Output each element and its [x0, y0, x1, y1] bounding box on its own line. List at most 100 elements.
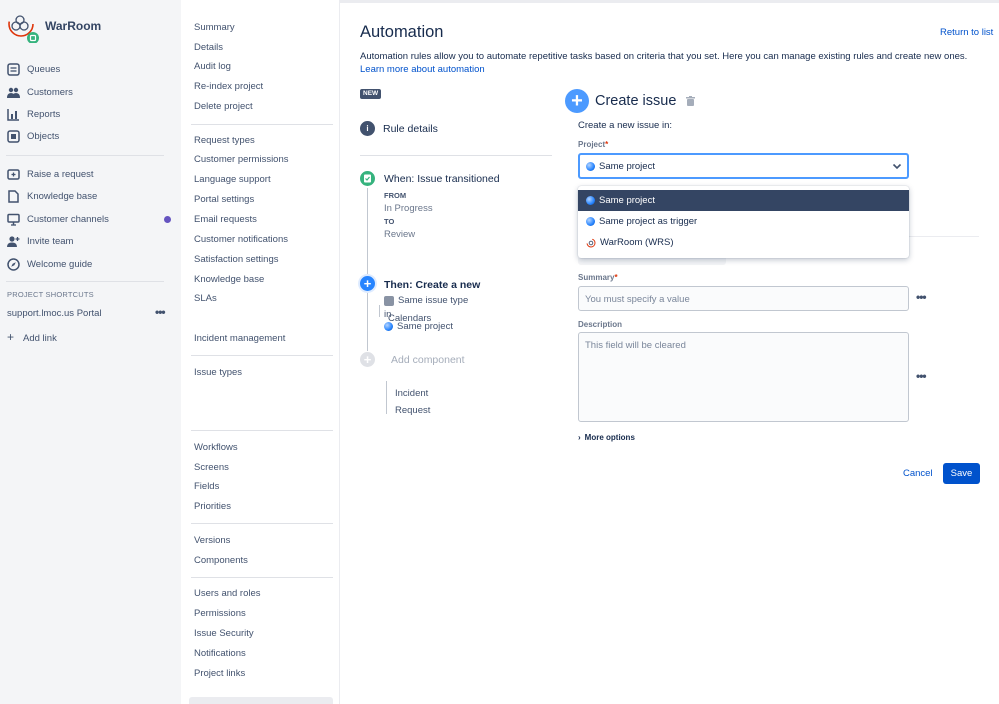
settings-issue-type-request[interactable]: Request	[395, 405, 430, 416]
objects-icon	[7, 129, 20, 143]
settings-notifications[interactable]: Notifications	[194, 648, 246, 659]
learn-more-link[interactable]: Learn more about automation	[360, 64, 485, 75]
settings-slas[interactable]: SLAs	[194, 293, 217, 304]
nav-item-welcome-guide[interactable]: Welcome guide	[0, 253, 181, 275]
add-component-button[interactable]: Add component	[391, 354, 465, 366]
settings-users-and-roles[interactable]: Users and roles	[194, 588, 261, 599]
tree-line	[379, 305, 380, 317]
settings-request-types[interactable]: Request types	[194, 135, 255, 146]
new-badge: NEW	[360, 89, 382, 99]
flow-connector	[367, 188, 368, 274]
settings-language-support[interactable]: Language support	[194, 174, 271, 185]
settings-components[interactable]: Components	[194, 555, 248, 566]
to-value: Review	[384, 229, 416, 240]
dropdown-option-same-project-as-trigger[interactable]: Same project as trigger	[578, 211, 909, 232]
nav-item-customer-channels[interactable]: Customer channels	[0, 208, 181, 230]
summary-label-text: Summary	[578, 273, 615, 282]
plus-icon: +	[7, 330, 15, 344]
add-link-button[interactable]: + Add link	[7, 330, 57, 344]
create-issue-plus-icon: +	[565, 89, 589, 113]
nav-item-customers[interactable]: Customers	[0, 81, 181, 103]
settings-delete-project[interactable]: Delete project	[194, 101, 253, 112]
settings-fields[interactable]: Fields	[194, 481, 219, 492]
description-textarea[interactable]: This field will be cleared	[578, 332, 909, 422]
from-value: In Progress	[384, 203, 433, 214]
nav-item-reports[interactable]: Reports	[0, 103, 181, 125]
new-indicator-dot	[164, 216, 171, 223]
settings-details[interactable]: Details	[194, 42, 223, 53]
warroom-project-icon	[586, 238, 596, 247]
nav-item-objects[interactable]: Objects	[0, 125, 181, 147]
project-globe-icon	[384, 322, 393, 331]
action-title[interactable]: Then: Create a new	[384, 279, 480, 291]
settings-customer-permissions[interactable]: Customer permissions	[194, 154, 289, 165]
summary-more-icon[interactable]: •••	[916, 290, 927, 304]
reports-icon	[7, 108, 20, 121]
dropdown-option-same-project[interactable]: Same project	[578, 190, 909, 211]
settings-satisfaction-settings[interactable]: Satisfaction settings	[194, 254, 279, 265]
settings-issue-types[interactable]: Issue types	[194, 367, 242, 378]
nav-divider	[6, 281, 164, 282]
cancel-button[interactable]: Cancel	[903, 468, 933, 479]
settings-reindex-project[interactable]: Re-index project	[194, 81, 263, 92]
trigger-title[interactable]: When: Issue transitioned	[384, 173, 500, 185]
nav-label: Invite team	[27, 235, 74, 247]
settings-summary[interactable]: Summary	[194, 22, 235, 33]
settings-divider	[191, 124, 333, 125]
summary-input[interactable]: You must specify a value	[578, 286, 909, 311]
settings-knowledge-base[interactable]: Knowledge base	[194, 274, 264, 285]
settings-email-requests[interactable]: Email requests	[194, 214, 257, 225]
settings-issue-type-incident[interactable]: Incident	[395, 388, 428, 399]
settings-versions[interactable]: Versions	[194, 535, 230, 546]
more-options-toggle[interactable]: › More options	[578, 432, 639, 443]
trigger-icon	[360, 171, 375, 186]
queue-icon	[7, 62, 20, 76]
add-component-icon[interactable]: +	[360, 352, 375, 367]
settings-divider	[191, 355, 333, 356]
settings-scroll-item[interactable]	[189, 697, 333, 704]
warroom-logo-icon[interactable]	[6, 9, 40, 43]
settings-portal-settings[interactable]: Portal settings	[194, 194, 254, 205]
settings-audit-log[interactable]: Audit log	[194, 61, 231, 72]
monitor-icon	[7, 213, 20, 226]
project-dropdown-menu: Same project Same project as trigger War…	[578, 186, 909, 258]
settings-divider	[191, 577, 333, 578]
more-actions-icon[interactable]: •••	[155, 305, 166, 319]
settings-permissions[interactable]: Permissions	[194, 608, 246, 619]
settings-workflows[interactable]: Workflows	[194, 442, 238, 453]
settings-divider	[191, 430, 333, 431]
create-issue-title: Create issue	[595, 93, 677, 109]
knowledge-base-icon	[7, 189, 20, 203]
app-name[interactable]: WarRoom	[45, 19, 101, 33]
project-select[interactable]: Same project	[578, 153, 909, 179]
page-title: Automation	[360, 23, 444, 41]
chevron-down-icon[interactable]	[892, 161, 902, 171]
nav-item-invite-team[interactable]: Invite team	[0, 230, 181, 252]
more-options-label: More options	[584, 433, 635, 442]
issue-type-icon	[384, 295, 394, 306]
settings-divider	[191, 523, 333, 524]
settings-customer-notifications[interactable]: Customer notifications	[194, 234, 288, 245]
action-issue-type: Same issue type	[384, 295, 468, 306]
settings-priorities[interactable]: Priorities	[194, 501, 231, 512]
settings-project-links[interactable]: Project links	[194, 668, 245, 679]
settings-issue-security[interactable]: Issue Security	[194, 628, 254, 639]
rule-details-link[interactable]: Rule details	[383, 123, 438, 135]
settings-incident-management[interactable]: Incident management	[194, 333, 285, 344]
nav-item-knowledge-base[interactable]: Knowledge base	[0, 185, 181, 207]
description-text: Automation rules allow you to automate r…	[360, 51, 968, 62]
project-label: Same project	[397, 321, 453, 332]
nav-item-raise-request[interactable]: Raise a request	[0, 163, 181, 185]
trash-icon[interactable]	[686, 96, 695, 106]
shortcut-link[interactable]: support.lmoc.us Portal	[7, 308, 102, 319]
dropdown-option-warroom[interactable]: WarRoom (WRS)	[578, 232, 909, 253]
return-to-list-link[interactable]: Return to list	[940, 27, 993, 38]
nav-item-queues[interactable]: Queues	[0, 58, 181, 80]
flow-connector	[367, 293, 368, 351]
save-button[interactable]: Save	[943, 463, 980, 484]
settings-screens[interactable]: Screens	[194, 462, 229, 473]
description-more-icon[interactable]: •••	[916, 369, 927, 383]
required-marker: *	[614, 273, 618, 282]
option-label: Same project	[599, 195, 655, 206]
hidden-field-edge	[578, 258, 726, 265]
